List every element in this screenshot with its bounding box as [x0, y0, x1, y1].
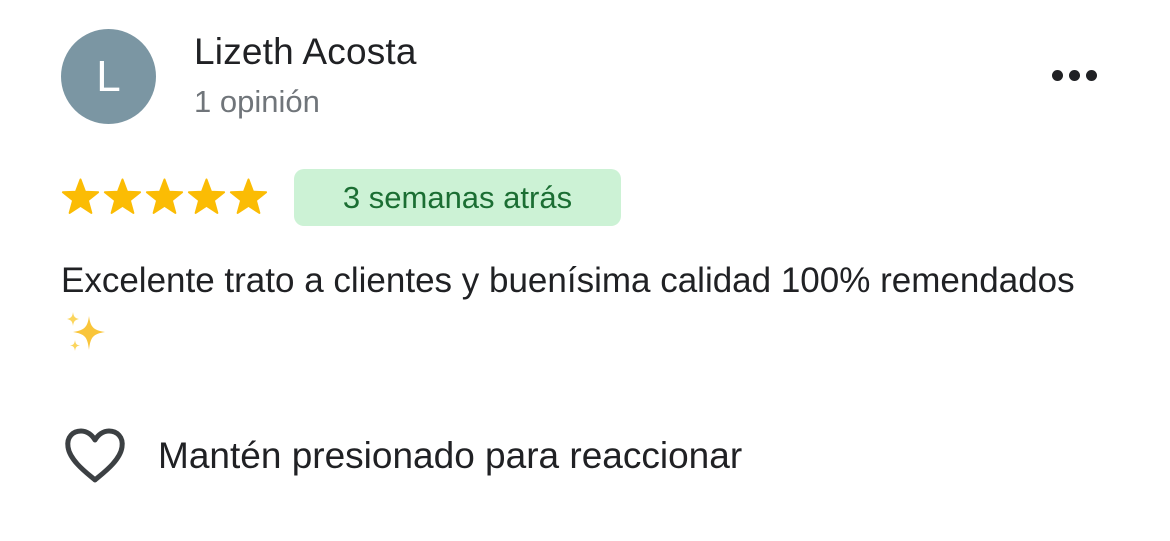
star-icon [145, 178, 184, 214]
more-horizontal-icon-dot [1068, 69, 1080, 81]
avatar-initial: L [96, 51, 121, 101]
react-label: Mantén presionado para reaccionar [158, 435, 743, 476]
react-button[interactable]: Mantén presionado para reaccionar [64, 428, 742, 484]
heart-outline-icon [65, 428, 125, 483]
star-icon [103, 178, 142, 214]
review-body: Excelente trato a clientes y buenísima c… [61, 261, 1075, 300]
review-text: Excelente trato a clientes y buenísima c… [61, 252, 1121, 374]
more-horizontal-icon [1051, 69, 1063, 81]
more-options-button[interactable] [1044, 58, 1104, 92]
author-name[interactable]: Lizeth Acosta [194, 31, 417, 73]
star-icon [229, 178, 268, 214]
star-rating [61, 177, 268, 217]
review-card: L Lizeth Acosta 1 opinión 3 semanas atrá… [0, 0, 1170, 541]
sparkles-icon [63, 310, 109, 374]
star-icon [187, 178, 226, 214]
more-horizontal-icon-dot [1085, 69, 1097, 81]
avatar[interactable]: L [61, 29, 156, 124]
star-icon [61, 178, 100, 214]
author-review-count: 1 opinión [194, 84, 320, 119]
review-date-badge: 3 semanas atrás [294, 169, 621, 226]
